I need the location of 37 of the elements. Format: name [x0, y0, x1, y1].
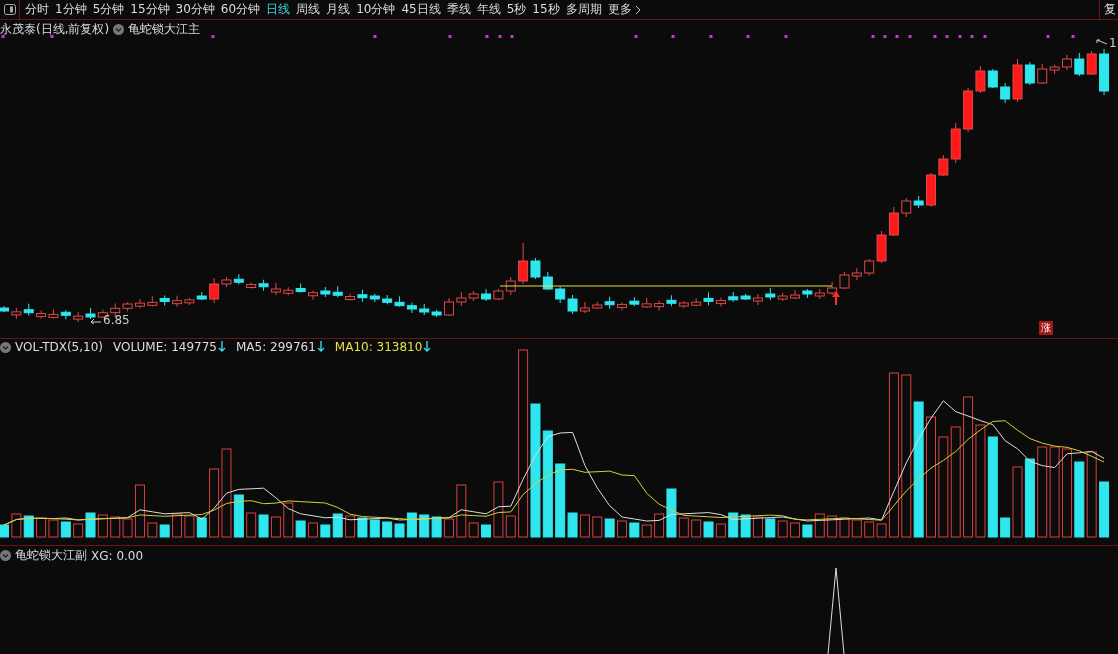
period-tab[interactable]: 1分钟 [52, 0, 90, 20]
period-tab[interactable]: 季线 [443, 0, 474, 20]
dropdown-icon[interactable] [0, 341, 11, 353]
period-tab[interactable]: 60分钟 [217, 0, 264, 20]
period-tab[interactable]: 多周期 [562, 0, 605, 20]
period-tab[interactable]: 15分钟 [127, 0, 173, 20]
price-label: 1 [1109, 36, 1117, 50]
period-tab[interactable]: 分时 [22, 0, 52, 20]
indicator-name: 龟蛇锁大江副 [15, 547, 87, 564]
indicator-value: MA5: 299761 [235, 340, 316, 354]
period-tab[interactable]: 5秒 [503, 0, 530, 20]
more-button[interactable]: 更多 [604, 0, 644, 20]
up-arrow-icon [832, 291, 840, 305]
period-tab[interactable]: 周线 [293, 0, 324, 20]
arrow-icon [88, 316, 102, 324]
chevron-icon [634, 4, 641, 15]
stock-title: 永茂泰(日线,前复权) [0, 21, 110, 38]
dropdown-icon[interactable] [113, 24, 125, 35]
period-tab[interactable]: 5分钟 [89, 0, 128, 20]
arrow-icon [1096, 39, 1108, 47]
period-tab[interactable]: 45日线 [398, 0, 444, 20]
period-tab[interactable]: 10分钟 [353, 0, 399, 20]
period-tab[interactable]: 15秒 [529, 0, 563, 20]
price-label: 6.85 [103, 313, 130, 327]
indicator-value: VOLUME: 149775 [113, 340, 217, 354]
indicator-value: MA10: 313810 [334, 340, 423, 354]
indicator-name: VOL-TDX(5,10) [15, 340, 104, 354]
panel-toggle-icon[interactable] [3, 4, 16, 15]
indicator-value: XG: 0.00 [91, 548, 144, 563]
period-tab[interactable]: 日线 [263, 0, 294, 20]
period-tab[interactable]: 年线 [473, 0, 504, 20]
restore-button[interactable]: 复 [1099, 0, 1118, 20]
period-tab[interactable]: 30分钟 [172, 0, 218, 20]
period-tab[interactable]: 月线 [323, 0, 354, 20]
dropdown-icon[interactable] [0, 550, 11, 561]
indicator-name: 龟蛇锁大江主 [128, 21, 201, 38]
signal-badge: 涨 [1039, 321, 1053, 335]
